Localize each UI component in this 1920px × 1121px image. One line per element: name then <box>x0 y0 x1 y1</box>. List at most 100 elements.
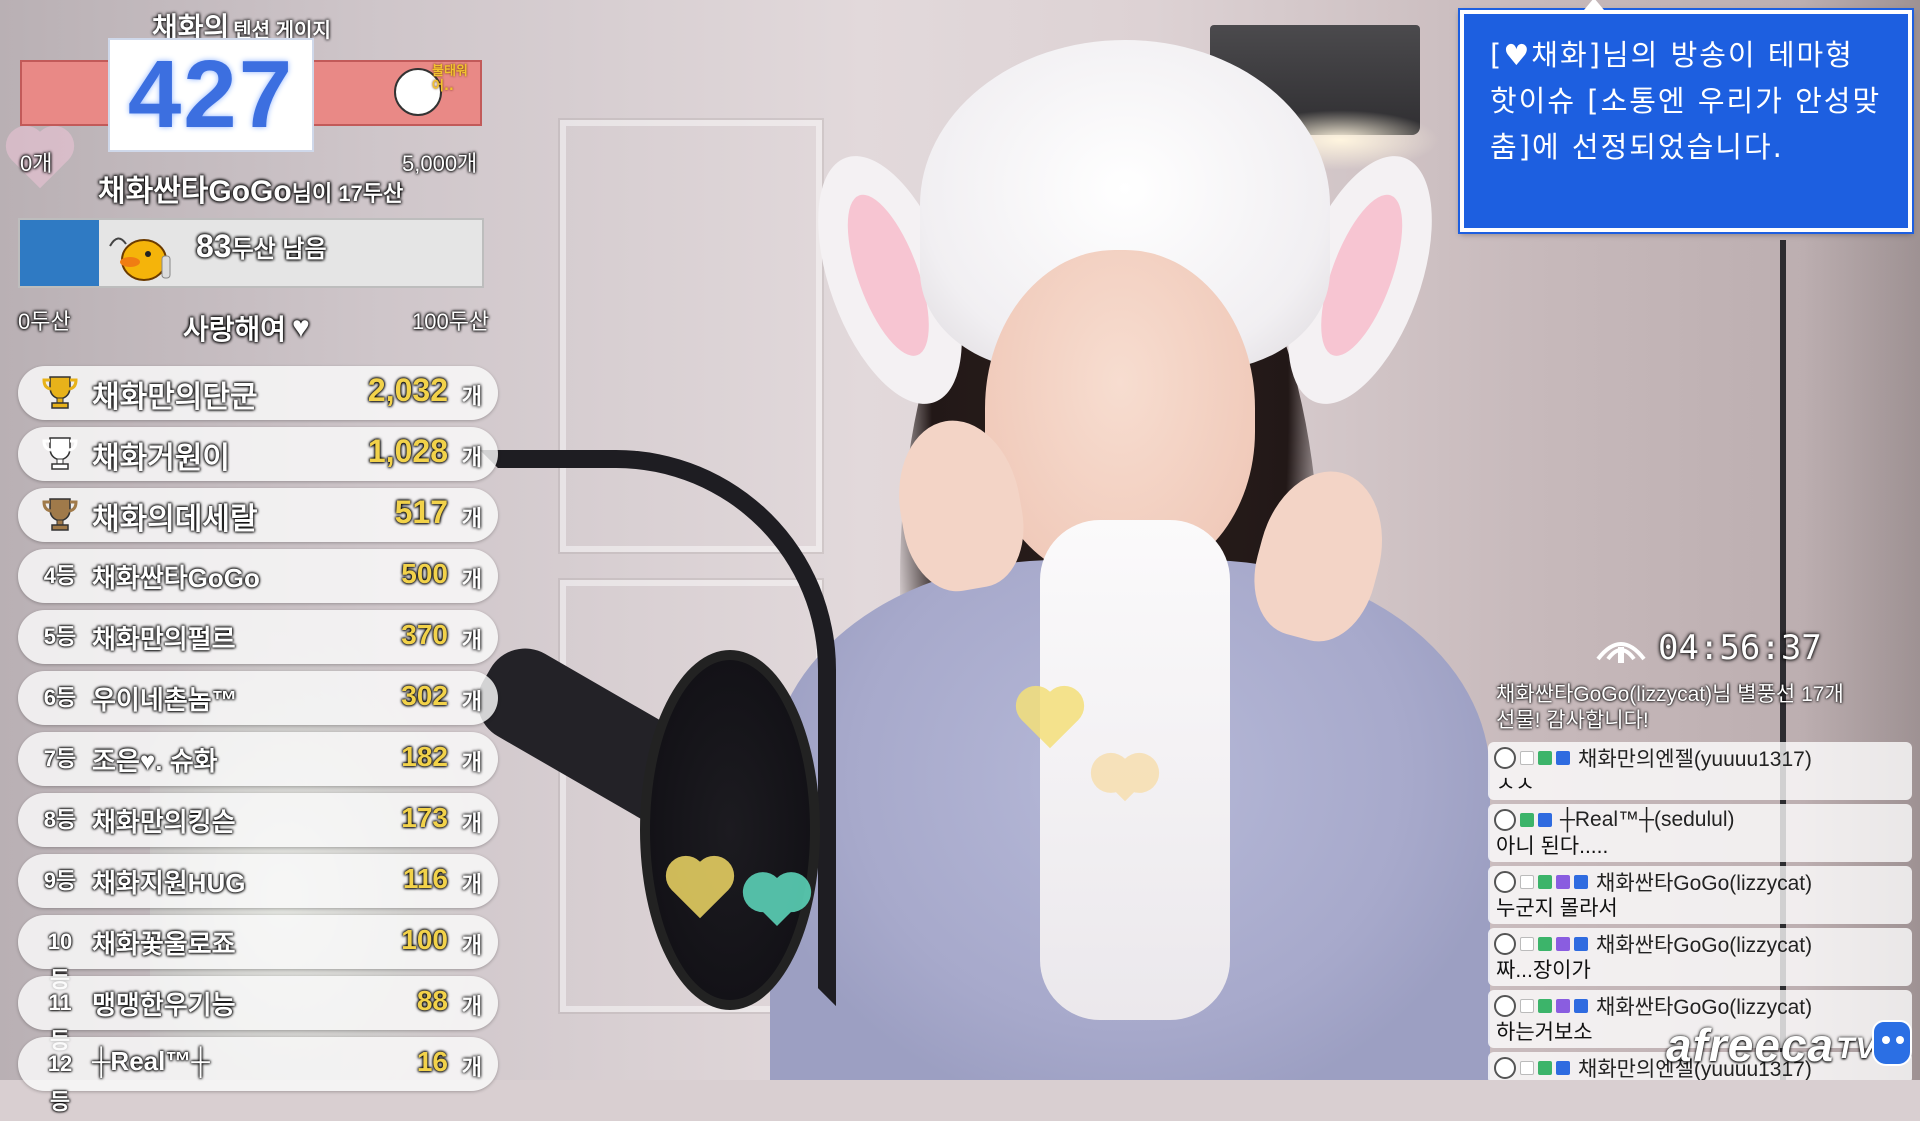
bronze-trophy-icon <box>40 496 80 534</box>
chat-message-text: 아니 된다..... <box>1496 835 1609 858</box>
chat-message-text: 누군지 몰라서 <box>1496 897 1618 920</box>
ranking-count: 302 <box>401 680 448 711</box>
love-text: 사랑해여 <box>183 314 287 345</box>
ranking-name: 채화싼타GoGo <box>92 563 260 593</box>
logo-text: afreeca <box>1666 1019 1835 1071</box>
ranking-unit: 개 <box>461 445 482 470</box>
chat-nickname[interactable]: 채화싼타GoGo(lizzycat) <box>1596 867 1812 897</box>
ranking-row: 11등 맹맹한우기능 88 개 <box>18 976 498 1053</box>
ranking-unit: 개 <box>461 1055 482 1080</box>
ranking-unit: 개 <box>461 750 482 775</box>
chat-nickname[interactable]: 채화싼타GoGo(lizzycat) <box>1596 991 1812 1021</box>
user-badge-icon <box>1574 875 1588 889</box>
user-avatar-icon <box>1494 871 1516 893</box>
ranking-count: 100 <box>401 924 448 955</box>
goal-min-label: 0두산 <box>18 309 71 334</box>
ranking-position: 6등 <box>43 685 77 710</box>
user-badge-icon <box>1574 937 1588 951</box>
ranking-unit: 개 <box>461 384 482 409</box>
chat-nickname[interactable]: 채화싼타GoGo(lizzycat) <box>1596 929 1812 959</box>
gauge-count: 427 <box>127 41 295 148</box>
user-badge-icon <box>1520 813 1534 827</box>
ranking-name: 채화의데세랄 <box>92 503 258 536</box>
user-badge-icon <box>1520 999 1534 1013</box>
chat-message[interactable]: ┼Real™┼(sedulul) 아니 된다..... <box>1488 804 1912 862</box>
ranking-count: 1,028 <box>367 433 448 469</box>
user-badge-icon <box>1520 875 1534 889</box>
user-avatar-icon <box>1494 1057 1516 1079</box>
ranking-unit: 개 <box>461 689 482 714</box>
duck-mascot-icon <box>109 237 171 281</box>
user-badge-icon <box>1520 751 1534 765</box>
latest-donor-line: 채화싼타GoGo님이 17두산 <box>98 166 403 210</box>
chat-nickname[interactable]: 채화만의엔젤(yuuuu1317) <box>1578 743 1812 773</box>
ranking-unit: 개 <box>461 506 482 531</box>
user-badge-icon <box>1556 1061 1570 1075</box>
chat-message-header: 채화싼타GoGo(lizzycat) <box>1494 992 1906 1020</box>
chat-message[interactable]: 채화싼타GoGo(lizzycat) 짜...장이가 <box>1488 928 1912 986</box>
goal-remaining-suffix: 두산 남음 <box>231 236 327 263</box>
goal-max-label: 100두산 <box>412 309 490 334</box>
notice-text: [♥채화]님의 방송이 테마형 핫이슈 [소통엔 우리가 안성맞춤]에 선정되었… <box>1490 38 1882 164</box>
chat-message[interactable]: 채화싼타GoGo(lizzycat) 누군지 몰라서 <box>1488 866 1912 924</box>
ranking-position: 7등 <box>43 746 77 771</box>
chat-message-header: 채화만의엔젤(yuuuu1317) <box>1494 744 1906 772</box>
ranking-position: 4등 <box>43 563 77 588</box>
user-avatar-icon <box>1494 995 1516 1017</box>
ranking-name: 채화지원HUG <box>92 868 246 898</box>
ranking-row: 6등 우이네촌놈™ 302 개 <box>18 671 498 725</box>
ranking-row: 4등 채화싼타GoGo 500 개 <box>18 549 498 603</box>
goal-progress-bar: 83두산 남음 <box>18 218 484 288</box>
chat-message-text: ㅅㅅ <box>1496 773 1535 796</box>
silver-trophy-icon <box>40 435 80 473</box>
broadcast-signal-icon <box>1596 642 1646 663</box>
logo-tv: TV <box>1836 1032 1877 1065</box>
user-badge-icon <box>1556 751 1570 765</box>
user-badge-icon <box>1538 1061 1552 1075</box>
ranking-position: 8등 <box>43 807 77 832</box>
chat-nickname[interactable]: ┼Real™┼(sedulul) <box>1560 808 1734 832</box>
chat-message-header: 채화싼타GoGo(lizzycat) <box>1494 930 1906 958</box>
ranking-position: 5등 <box>43 624 77 649</box>
user-badge-icon <box>1556 937 1570 951</box>
donor-suffix: 님이 17두산 <box>291 181 404 206</box>
ranking-row: 채화의데세랄 517 개 <box>18 488 498 542</box>
ranking-row: 채화만의단군 2,032 개 <box>18 366 498 420</box>
ranking-unit: 개 <box>461 872 482 897</box>
goal-progress-fill <box>20 220 99 286</box>
ranking-name: 채화만의단군 <box>92 381 258 414</box>
user-badge-icon <box>1538 751 1552 765</box>
chat-system-message[interactable]: 채화싼타GoGo(lizzycat)님 별풍선 17개 선물! 감사합니다! <box>1488 680 1912 736</box>
ranking-count: 173 <box>401 802 448 833</box>
chat-message[interactable]: 채화만의엔젤(yuuuu1317) ㅅㅅ <box>1488 742 1912 800</box>
ranking-position: 12등 <box>47 1051 73 1114</box>
user-badge-icon <box>1520 937 1534 951</box>
mascot-text: 불태워어.. <box>432 64 468 94</box>
ranking-name: 우이네촌놈™ <box>92 685 238 715</box>
ranking-position: 9등 <box>43 868 77 893</box>
ranking-row: 채화거원이 1,028 개 <box>18 427 498 481</box>
ranking-count: 116 <box>402 863 448 894</box>
chat-message-header: 채화싼타GoGo(lizzycat) <box>1494 868 1906 896</box>
ranking-row: 10등 채화꽃울로죠 100 개 <box>18 915 498 992</box>
timer-value: 04:56:37 <box>1658 628 1822 668</box>
ranking-name: 채화만의펄르 <box>92 624 236 654</box>
love-message: 사랑해여 ♥ <box>183 308 310 348</box>
user-avatar-icon <box>1494 933 1516 955</box>
chat-message-text: 채화싼타GoGo(lizzycat)님 별풍선 17개 <box>1496 683 1844 706</box>
gauge-min-label: 0개 <box>20 151 53 176</box>
chat-message-text: 짜...장이가 <box>1496 959 1591 982</box>
ranking-name: 맹맹한우기능 <box>92 990 236 1020</box>
ranking-count: 88 <box>416 985 448 1016</box>
user-avatar-icon <box>1494 747 1516 769</box>
ranking-unit: 개 <box>461 567 482 592</box>
mascot-icon: 불태워어.. <box>392 62 476 124</box>
gauge-max-label: 5,000개 <box>402 151 478 176</box>
ranking-name: 채화거원이 <box>92 442 230 475</box>
ranking-name: 채화꽃울로죠 <box>92 929 236 959</box>
user-badge-icon <box>1538 999 1552 1013</box>
user-badge-icon <box>1538 875 1552 889</box>
donation-ranking-list: 채화만의단군 2,032 개 채화거원이 1,028 개 채화의데세랄 517 개 4등 채화싼타G… <box>18 366 498 1114</box>
user-badge-icon <box>1556 999 1570 1013</box>
donor-name: 채화싼타GoGo <box>98 175 292 208</box>
